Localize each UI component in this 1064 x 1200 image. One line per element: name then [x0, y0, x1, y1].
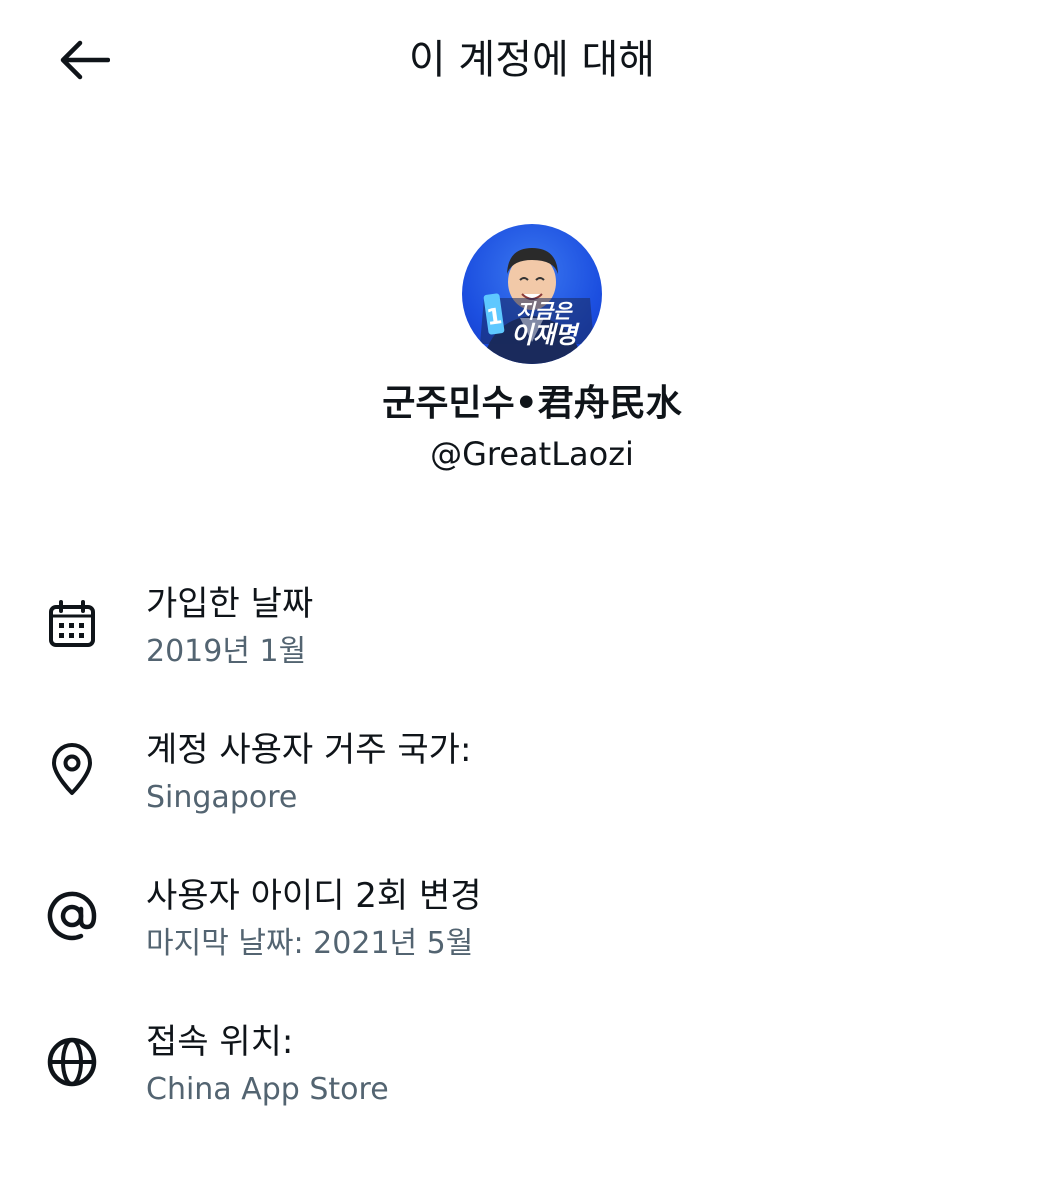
avatar-caption-line2: 이재명	[511, 321, 580, 349]
info-item-join-date: 가입한 날짜 2019년 1월	[0, 572, 1064, 718]
profile-summary: 1 지금은 이재명 군주민수•君舟民水 @GreatLaozi	[0, 224, 1064, 476]
info-value: 2019년 1월	[146, 634, 307, 669]
info-title: 접속 위치:	[146, 1022, 294, 1062]
info-item-username-changes: 사용자 아이디 2회 변경 마지막 날짜: 2021년 5월	[0, 864, 1064, 1010]
avatar[interactable]: 1 지금은 이재명	[462, 224, 602, 364]
display-name: 군주민수•君舟民水	[382, 383, 682, 424]
info-value: China App Store	[146, 1072, 389, 1107]
info-item-country: 계정 사용자 거주 국가: Singapore	[0, 718, 1064, 864]
avatar-image: 1 지금은 이재명	[480, 248, 594, 364]
page-title: 이 계정에 대해	[408, 37, 656, 83]
info-item-connected-via: 접속 위치: China App Store	[0, 1010, 1064, 1156]
info-value: 마지막 날짜: 2021년 5월	[146, 926, 474, 961]
location-pin-icon	[52, 743, 92, 795]
calendar-icon	[49, 600, 95, 647]
info-title: 가입한 날짜	[146, 584, 314, 624]
globe-icon	[47, 1037, 97, 1087]
at-sign-icon	[47, 891, 97, 941]
info-title: 계정 사용자 거주 국가:	[146, 730, 472, 770]
info-value: Singapore	[146, 780, 298, 815]
avatar-caption-line1: 지금은	[516, 299, 573, 323]
user-handle: @GreatLaozi	[430, 435, 634, 473]
top-bar: 이 계정에 대해	[0, 0, 1064, 120]
info-title: 사용자 아이디 2회 변경	[146, 876, 482, 916]
account-info-list: 가입한 날짜 2019년 1월 계정 사용자 거주 국가: Singapore …	[0, 572, 1064, 1156]
